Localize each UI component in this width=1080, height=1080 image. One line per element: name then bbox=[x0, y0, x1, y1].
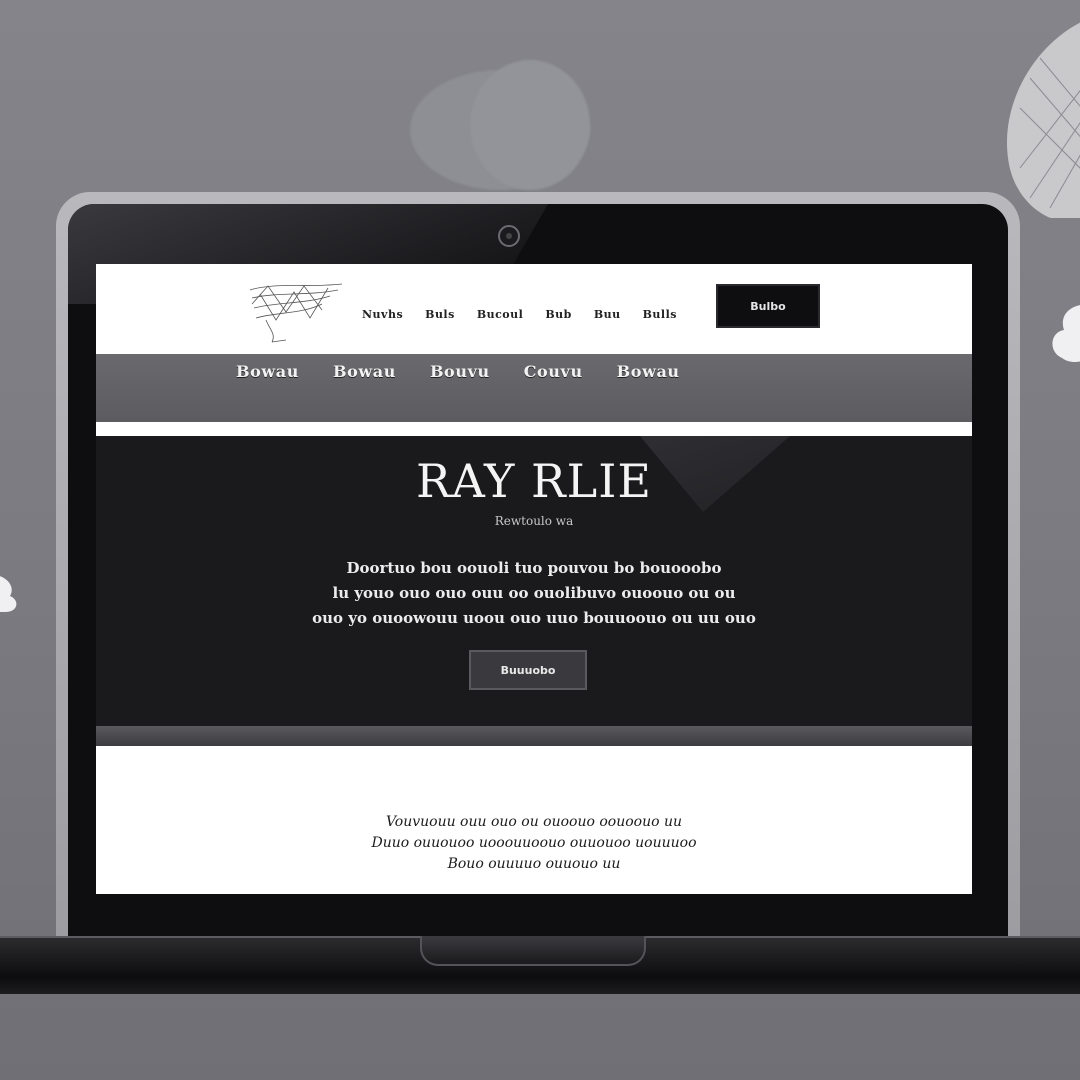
nav-item[interactable]: Bub bbox=[545, 308, 572, 321]
header-cta-button[interactable]: Bulbo bbox=[716, 284, 820, 328]
tree-icon bbox=[1007, 22, 1080, 218]
secondary-nav: Bowau Bowau Bouvu Couvu Bowau bbox=[236, 362, 680, 381]
hero-subtitle: Rewtoulo wa bbox=[494, 514, 574, 528]
cloud-icon bbox=[0, 576, 17, 612]
laptop-hinge-notch bbox=[420, 936, 646, 966]
primary-nav: Nuvhs Buls Bucoul Bub Buu Bulls bbox=[362, 308, 677, 321]
content-line: Vouvuouu ouu ouo ou ouoouo oouoouo uu bbox=[385, 814, 683, 830]
nav-item[interactable]: Bucoul bbox=[477, 308, 524, 321]
background-cloud bbox=[470, 60, 590, 190]
subnav-item[interactable]: Bouvu bbox=[430, 362, 490, 381]
nav-item[interactable]: Nuvhs bbox=[362, 308, 403, 321]
content-text: Vouvuouu ouu ouo ou ouoouo oouoouo uu Du… bbox=[266, 812, 802, 875]
scene-background: Nuvhs Buls Bucoul Bub Buu Bulls Bulbo Bo… bbox=[0, 0, 1080, 1080]
camera-icon bbox=[498, 225, 520, 247]
cloud-icon bbox=[1052, 305, 1080, 362]
hero-body-line: ouo yo ouoowouu uoou ouo uuo bouuoouo ou… bbox=[312, 609, 756, 627]
hero-bottom-band bbox=[96, 726, 972, 746]
hero-body: Doortuo bou oouoli tuo pouvou bo bouooob… bbox=[226, 556, 842, 631]
tree-logo-icon[interactable] bbox=[246, 274, 346, 344]
content-line: Duuo ouuouoo uooouuoouo ouuouoo uouuuoo bbox=[371, 835, 697, 851]
laptop-screen: Nuvhs Buls Bucoul Bub Buu Bulls Bulbo Bo… bbox=[96, 264, 972, 894]
nav-item[interactable]: Bulls bbox=[643, 308, 677, 321]
nav-item[interactable]: Buu bbox=[594, 308, 621, 321]
nav-item[interactable]: Buls bbox=[425, 308, 455, 321]
content-line: Bouo ouuuuo ouuouo uu bbox=[447, 856, 621, 872]
subnav-item[interactable]: Bowau bbox=[236, 362, 299, 381]
hero-title: RAY RLIE bbox=[416, 454, 652, 508]
subnav-item[interactable]: Bowau bbox=[617, 362, 680, 381]
site-header: Nuvhs Buls Bucoul Bub Buu Bulls Bulbo bbox=[96, 264, 972, 354]
hero-cta-button[interactable]: Buuuobo bbox=[469, 650, 587, 690]
hero-body-line: lu youo ouo ouo ouu oo ouolibuvo ouoouo … bbox=[332, 584, 736, 602]
hero-body-line: Doortuo bou oouoli tuo pouvou bo bouooob… bbox=[346, 559, 722, 577]
subnav-item[interactable]: Bowau bbox=[333, 362, 396, 381]
subnav-item[interactable]: Couvu bbox=[524, 362, 583, 381]
